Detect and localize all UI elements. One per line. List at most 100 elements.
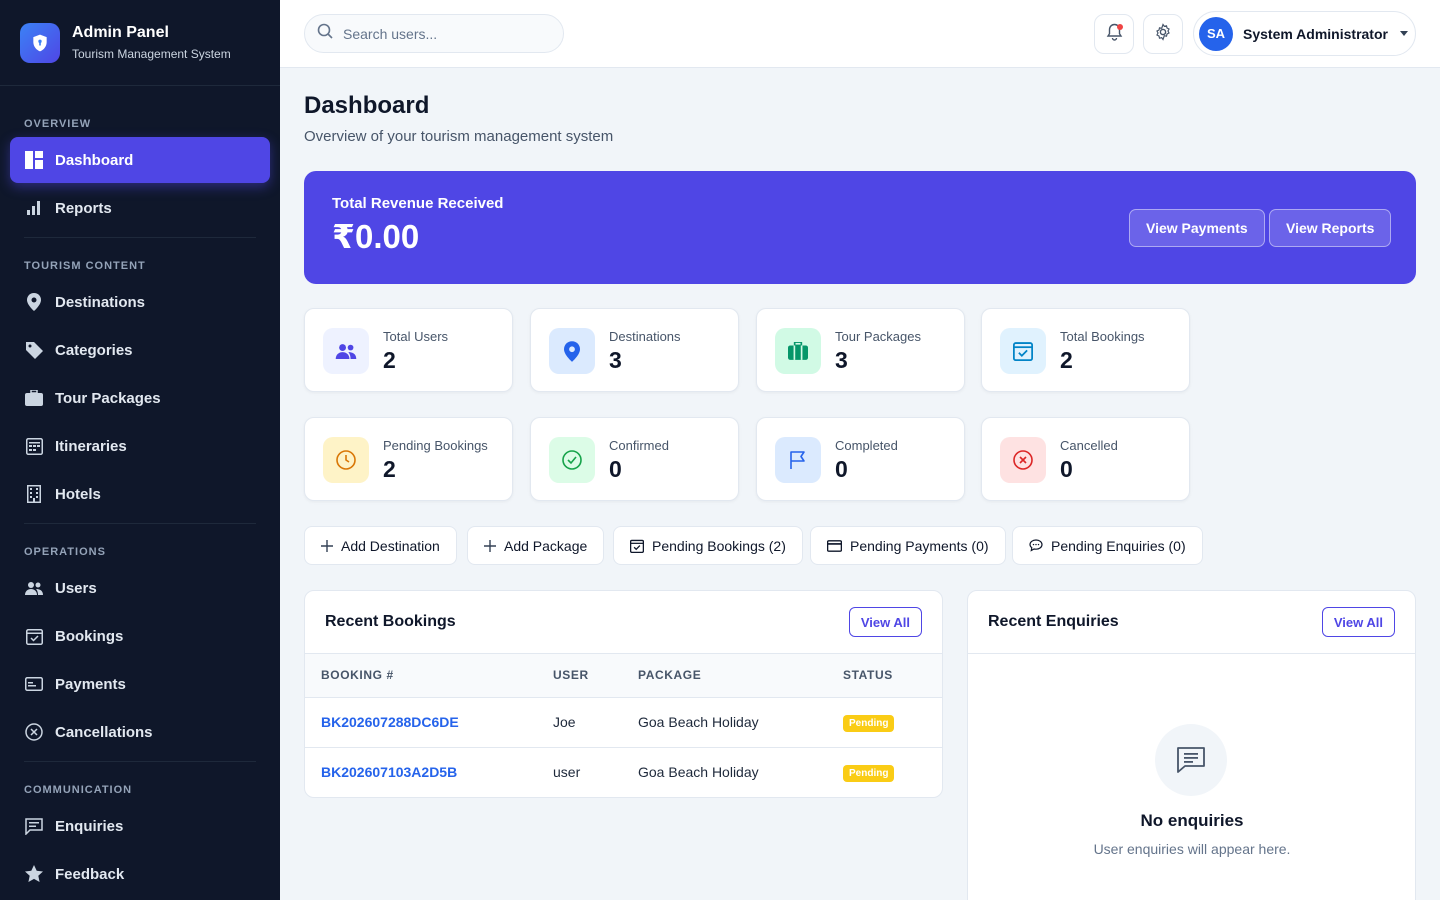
recent-enquiries-panel: Recent Enquiries View All No enquiries U… xyxy=(967,590,1416,900)
add-destination-button[interactable]: Add Destination xyxy=(304,526,457,565)
calendar-check-icon xyxy=(25,627,43,645)
credit-card-icon xyxy=(25,675,43,693)
view-all-bookings-button[interactable]: View All xyxy=(848,607,922,637)
panel-title: Recent Bookings xyxy=(325,613,456,630)
suitcase-icon xyxy=(25,389,43,407)
panel-title: Recent Enquiries xyxy=(988,613,1119,630)
sidebar-item-label: Categories xyxy=(55,341,133,359)
sidebar-item-categories[interactable]: Categories xyxy=(10,327,270,373)
sidebar-item-label: Itineraries xyxy=(55,437,127,455)
message-icon xyxy=(25,817,43,835)
nav-heading: COMMUNICATION xyxy=(24,784,133,796)
sidebar: Admin Panel Tourism Management System OV… xyxy=(0,0,280,900)
status-badge: Pending xyxy=(843,764,895,782)
sidebar-item-hotels[interactable]: Hotels xyxy=(10,471,270,517)
booking-link[interactable]: BK202607288DC6DE xyxy=(321,714,459,730)
view-payments-button[interactable]: View Payments xyxy=(1129,209,1265,247)
sidebar-item-dashboard[interactable]: Dashboard xyxy=(10,137,270,183)
map-pin-icon xyxy=(25,293,43,311)
column-header: STATUS xyxy=(827,654,942,698)
gear-icon xyxy=(1154,22,1172,46)
clock-icon xyxy=(323,437,369,483)
plus-icon xyxy=(484,539,496,552)
notifications-button[interactable] xyxy=(1094,14,1134,54)
nav-divider xyxy=(24,237,256,238)
sidebar-item-tour-packages[interactable]: Tour Packages xyxy=(10,375,270,421)
booking-user: user xyxy=(553,764,581,781)
user-name: System Administrator xyxy=(1243,25,1388,42)
stat-label: Total Bookings xyxy=(1060,329,1145,344)
stat-value: 0 xyxy=(609,456,622,482)
sidebar-item-reports[interactable]: Reports xyxy=(10,185,270,231)
stat-card-completed[interactable]: Completed 0 xyxy=(756,417,965,501)
users-icon xyxy=(323,328,369,374)
settings-button[interactable] xyxy=(1143,14,1183,54)
nav-section-overview: OVERVIEW Dashboard Reports xyxy=(0,100,280,231)
stat-value: 3 xyxy=(835,347,848,373)
calendar-check-icon xyxy=(630,539,644,553)
search-box[interactable] xyxy=(304,14,564,53)
stat-label: Cancelled xyxy=(1060,438,1118,453)
sidebar-item-label: Users xyxy=(55,579,97,597)
user-menu[interactable]: SA System Administrator xyxy=(1193,11,1416,56)
stat-card-pending-bookings[interactable]: Pending Bookings 2 xyxy=(304,417,513,501)
nav-section-communication: COMMUNICATION Enquiries Feedback xyxy=(0,766,280,897)
stat-card-total-users[interactable]: Total Users 2 xyxy=(304,308,513,392)
sidebar-item-itineraries[interactable]: Itineraries xyxy=(10,423,270,469)
sidebar-item-label: Feedback xyxy=(55,865,125,883)
stat-card-cancelled[interactable]: Cancelled 0 xyxy=(981,417,1190,501)
revenue-label: Total Revenue Received xyxy=(332,195,504,212)
flag-icon xyxy=(775,437,821,483)
column-header: BOOKING # xyxy=(305,654,537,698)
sidebar-item-label: Reports xyxy=(55,199,112,217)
nav-heading: OPERATIONS xyxy=(24,546,106,558)
search-input[interactable] xyxy=(343,25,543,42)
sidebar-item-label: Enquiries xyxy=(55,817,124,835)
view-all-enquiries-button[interactable]: View All xyxy=(1321,607,1395,637)
sidebar-item-enquiries[interactable]: Enquiries xyxy=(10,803,270,849)
view-reports-button[interactable]: View Reports xyxy=(1269,209,1392,247)
building-icon xyxy=(25,485,43,503)
pending-payments-button[interactable]: Pending Payments (0) xyxy=(810,526,1006,565)
sidebar-item-cancellations[interactable]: Cancellations xyxy=(10,709,270,755)
booking-package: Goa Beach Holiday xyxy=(638,764,759,781)
nav-divider xyxy=(24,761,256,762)
stat-card-total-bookings[interactable]: Total Bookings 2 xyxy=(981,308,1190,392)
recent-bookings-panel: Recent Bookings View All BOOKING # USER … xyxy=(304,590,943,798)
sidebar-item-users[interactable]: Users xyxy=(10,565,270,611)
booking-link[interactable]: BK202607103A2D5B xyxy=(321,764,457,780)
sidebar-item-payments[interactable]: Payments xyxy=(10,661,270,707)
stat-card-confirmed[interactable]: Confirmed 0 xyxy=(530,417,739,501)
stat-label: Tour Packages xyxy=(835,329,921,344)
nav-heading: TOURISM CONTENT xyxy=(24,260,146,272)
empty-state-subtitle: User enquiries will appear here. xyxy=(1093,841,1291,857)
add-package-button[interactable]: Add Package xyxy=(467,526,605,565)
column-header: USER xyxy=(537,654,622,698)
table-row: BK202607288DC6DE Joe Goa Beach Holiday P… xyxy=(305,697,942,748)
stat-card-tour-packages[interactable]: Tour Packages 3 xyxy=(756,308,965,392)
column-header: PACKAGE xyxy=(622,654,827,698)
calendar-check-icon xyxy=(1000,328,1046,374)
sidebar-item-label: Tour Packages xyxy=(55,389,161,407)
table-header-row: BOOKING # USER PACKAGE STATUS xyxy=(305,654,942,698)
stat-card-destinations[interactable]: Destinations 3 xyxy=(530,308,739,392)
chat-icon xyxy=(1029,539,1043,552)
stat-label: Total Users xyxy=(383,329,449,344)
star-icon xyxy=(25,865,43,883)
sidebar-item-feedback[interactable]: Feedback xyxy=(10,851,270,897)
revenue-value: ₹0.00 xyxy=(332,218,420,255)
sidebar-item-bookings[interactable]: Bookings xyxy=(10,613,270,659)
avatar: SA xyxy=(1199,16,1233,51)
button-label: Add Destination xyxy=(341,537,440,554)
credit-card-icon xyxy=(827,539,842,552)
x-circle-icon xyxy=(1000,437,1046,483)
map-pin-icon xyxy=(549,328,595,374)
stat-value: 0 xyxy=(835,456,848,482)
sidebar-item-destinations[interactable]: Destinations xyxy=(10,279,270,325)
pending-bookings-button[interactable]: Pending Bookings (2) xyxy=(613,526,803,565)
topbar: SA System Administrator xyxy=(280,0,1440,68)
button-label: Pending Enquiries (0) xyxy=(1051,537,1186,554)
booking-package: Goa Beach Holiday xyxy=(622,697,827,748)
pending-enquiries-button[interactable]: Pending Enquiries (0) xyxy=(1012,526,1203,565)
sidebar-item-label: Destinations xyxy=(55,293,146,311)
